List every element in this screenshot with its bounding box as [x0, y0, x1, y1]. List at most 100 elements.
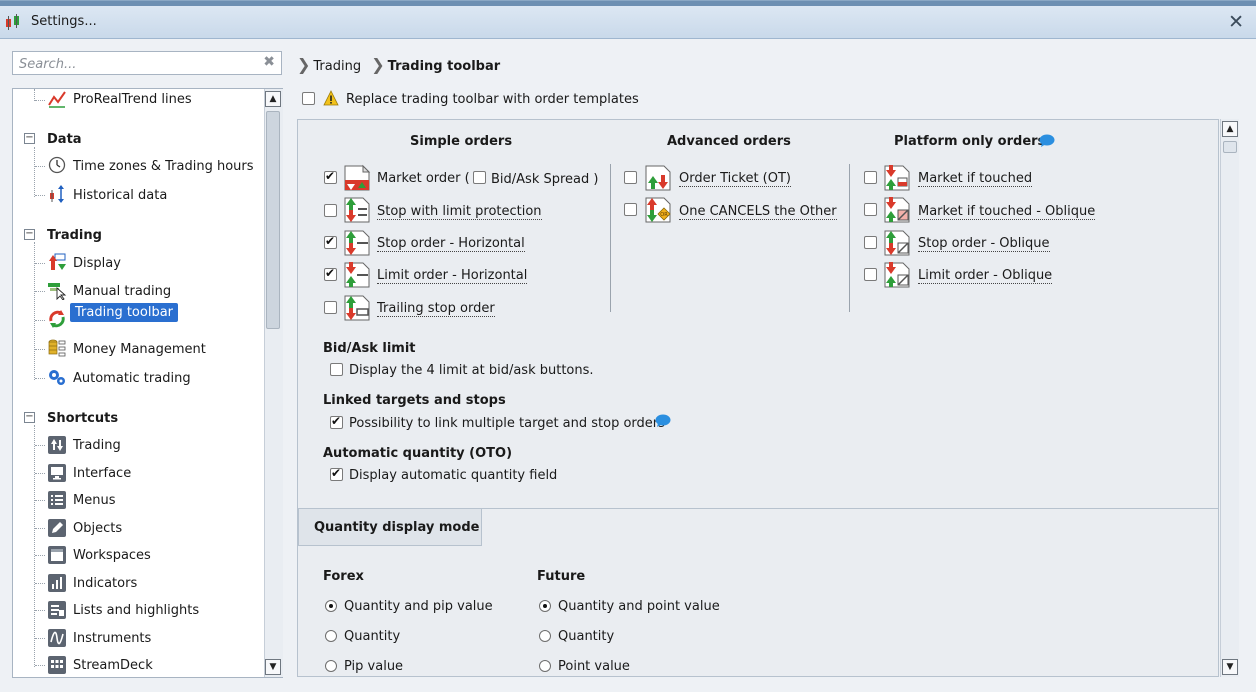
tree-category-trading[interactable]: Trading	[47, 228, 102, 243]
tree-item-trading-toolbar[interactable]: Trading toolbar	[70, 303, 179, 322]
breadcrumb-parent[interactable]: Trading	[313, 59, 361, 74]
stop-order-horizontal-checkbox[interactable]	[324, 234, 337, 249]
replace-toolbar-checkbox[interactable]	[302, 92, 315, 105]
tree-item-lists-and-highlights[interactable]: Lists and highlights	[73, 603, 199, 618]
tree-item-label: ProRealTrend lines	[73, 92, 192, 107]
tree-item-historical-data[interactable]: Historical data	[73, 188, 167, 203]
scroll-down-icon[interactable]: ▼	[1222, 659, 1238, 675]
tree-scrollbar[interactable]: ▲ ▼	[264, 89, 283, 677]
limit-order-horizontal-checkbox[interactable]	[324, 266, 337, 281]
bid-ask-limit-checkbox[interactable]	[330, 363, 343, 376]
display-icon	[49, 253, 66, 270]
tree-item-prorealtrend-lines[interactable]: ProRealTrend lines	[73, 92, 192, 107]
market-if-touched-checkbox[interactable]	[864, 171, 877, 184]
market-order-checkbox[interactable]	[324, 169, 337, 184]
scroll-down-icon[interactable]: ▼	[265, 659, 281, 675]
stop-order-oblique-icon	[884, 230, 910, 256]
future-qty-point-radio[interactable]	[539, 600, 551, 612]
tree-connector	[34, 147, 35, 197]
clock-icon	[48, 156, 66, 174]
tree-item-label: StreamDeck	[73, 658, 153, 673]
tree-item-shortcut-trading[interactable]: Trading	[73, 438, 121, 453]
tree-item-streamdeck[interactable]: StreamDeck	[73, 658, 153, 673]
tree-item-label: Trading toolbar	[70, 303, 179, 322]
tree-connector	[35, 610, 45, 611]
monitor-icon	[48, 464, 66, 482]
tab-quantity-display-mode[interactable]: Quantity display mode	[298, 509, 482, 546]
tree-connector	[35, 500, 45, 501]
forex-option-label: Quantity	[344, 629, 401, 644]
linked-targets-heading: Linked targets and stops	[323, 393, 506, 408]
future-quantity-radio[interactable]	[539, 630, 551, 642]
forex-pip-value-radio[interactable]	[325, 660, 337, 672]
tree-item-automatic-trading[interactable]: Automatic trading	[73, 371, 191, 386]
scroll-up-icon[interactable]: ▲	[265, 91, 281, 107]
forex-quantity-radio[interactable]	[325, 630, 337, 642]
tree-item-objects[interactable]: Objects	[73, 521, 122, 536]
stop-with-limit-label: Stop with limit protection	[377, 204, 542, 220]
tree-item-label: Lists and highlights	[73, 603, 200, 618]
panel-scroll-thumb[interactable]	[1223, 141, 1237, 153]
trailing-stop-checkbox[interactable]	[324, 301, 337, 314]
tree-item-interface[interactable]: Interface	[73, 466, 131, 481]
tree-item-manual-trading[interactable]: Manual trading	[73, 284, 171, 299]
info-bubble-icon[interactable]	[655, 414, 671, 427]
limit-order-horizontal-label: Limit order - Horizontal	[377, 268, 528, 284]
tree-scroll-thumb[interactable]	[266, 111, 280, 329]
historical-data-icon	[50, 185, 64, 203]
future-option-label: Quantity and point value	[558, 599, 720, 614]
forex-qty-pip-radio[interactable]	[325, 600, 337, 612]
stop-order-oblique-checkbox[interactable]	[864, 236, 877, 249]
tree-item-label: Automatic trading	[73, 371, 191, 386]
tree-connector	[35, 528, 45, 529]
search-input[interactable]	[17, 53, 261, 75]
bid-ask-limit-label: Display the 4 limit at bid/ask buttons.	[349, 363, 594, 378]
clear-search-icon[interactable]: ✖	[263, 54, 275, 70]
mit-oblique-checkbox[interactable]	[864, 203, 877, 216]
tree-category-shortcuts[interactable]: Shortcuts	[47, 411, 118, 426]
tree-item-label: Objects	[73, 521, 123, 536]
tree-category-label: Trading	[47, 228, 102, 243]
info-bubble-icon[interactable]	[1039, 134, 1055, 147]
menu-list-icon	[48, 491, 66, 509]
tree-connector	[35, 473, 45, 474]
limit-order-horizontal-icon	[344, 262, 370, 288]
tree-item-label: Menus	[73, 493, 116, 508]
panel-scrollbar[interactable]: ▲ ▼	[1220, 119, 1239, 677]
tree-item-time-zones[interactable]: Time zones & Trading hours	[73, 159, 254, 174]
forex-heading: Forex	[323, 569, 364, 584]
limit-order-oblique-checkbox[interactable]	[864, 268, 877, 281]
tree-connector	[35, 665, 45, 666]
collapse-data-toggle[interactable]: −	[24, 133, 35, 144]
tree-item-display[interactable]: Display	[73, 256, 121, 271]
future-point-value-radio[interactable]	[539, 660, 551, 672]
close-button[interactable]: ✕	[1228, 11, 1244, 33]
tree-item-workspaces[interactable]: Workspaces	[73, 548, 151, 563]
bid-ask-spread-checkbox[interactable]	[473, 171, 486, 184]
trading-shortcut-icon	[48, 436, 66, 454]
tree-connector	[35, 583, 45, 584]
tree-item-label: Historical data	[73, 188, 168, 203]
forex-option-label: Pip value	[344, 659, 404, 674]
tree-item-instruments[interactable]: Instruments	[73, 631, 151, 646]
chevron-right-icon: ❯	[297, 55, 311, 74]
collapse-shortcuts-toggle[interactable]: −	[24, 412, 35, 423]
stop-with-limit-checkbox[interactable]	[324, 204, 337, 217]
oco-checkbox[interactable]	[624, 203, 637, 216]
scroll-up-icon[interactable]: ▲	[1222, 121, 1238, 137]
tree-connector	[35, 445, 45, 446]
stop-order-horizontal-label: Stop order - Horizontal	[377, 236, 525, 252]
linked-targets-checkbox[interactable]	[330, 414, 343, 429]
list-highlight-icon	[48, 601, 66, 619]
auto-quantity-checkbox[interactable]	[330, 466, 343, 481]
order-ticket-checkbox[interactable]	[624, 171, 637, 184]
collapse-trading-toggle[interactable]: −	[24, 229, 35, 240]
tree-category-data[interactable]: Data	[47, 132, 82, 147]
tree-item-money-management[interactable]: Money Management	[73, 342, 206, 357]
tree-connector	[35, 555, 45, 556]
tree-item-menus[interactable]: Menus	[73, 493, 115, 508]
oco-label: One CANCELS the Other	[679, 204, 837, 220]
oco-icon: OR	[645, 197, 671, 223]
gears-icon	[49, 370, 65, 385]
tree-item-indicators[interactable]: Indicators	[73, 576, 137, 591]
